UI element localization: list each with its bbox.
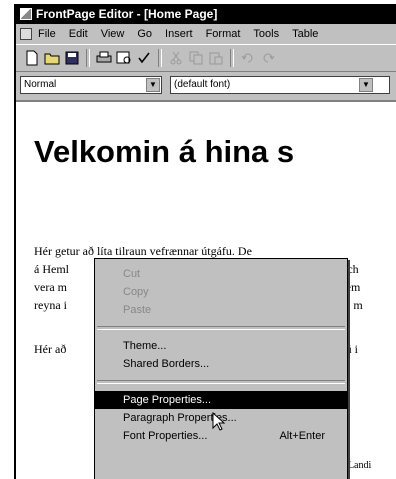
- menu-insert[interactable]: Insert: [165, 28, 193, 40]
- spelling-icon[interactable]: [134, 48, 154, 68]
- menu-format[interactable]: Format: [206, 28, 241, 40]
- title-bar[interactable]: FrontPage Editor - [Home Page]: [16, 4, 396, 24]
- toolbar-separator: [230, 49, 234, 67]
- cut-icon[interactable]: [166, 48, 186, 68]
- menu-item-page-properties[interactable]: Page Properties...: [95, 391, 347, 409]
- menu-item-cut[interactable]: Cut: [95, 265, 347, 283]
- menu-table[interactable]: Table: [292, 28, 318, 40]
- document-system-menu-icon[interactable]: [20, 28, 32, 40]
- paragraph-style-select[interactable]: Normal ▼: [20, 76, 162, 94]
- context-menu: Cut Copy Paste Theme... Shared Borders..…: [94, 258, 348, 479]
- preview-in-browser-icon[interactable]: [114, 48, 134, 68]
- copy-icon[interactable]: [186, 48, 206, 68]
- standard-toolbar: [16, 44, 396, 72]
- menu-view[interactable]: View: [101, 28, 125, 40]
- frontpage-app-icon[interactable]: [20, 8, 32, 20]
- page-heading: Velkomin á hina s: [34, 134, 295, 169]
- new-page-icon[interactable]: [22, 48, 42, 68]
- frontpage-window: FrontPage Editor - [Home Page] File Edit…: [14, 4, 396, 479]
- mouse-pointer-icon: [212, 412, 226, 431]
- formatting-toolbar: Normal ▼ (default font) ▼: [16, 72, 396, 98]
- paragraph-line: Hér getur að líta tilraun vefrænnar útgá…: [34, 244, 252, 258]
- menu-bar: File Edit View Go Insert Format Tools Ta…: [16, 24, 396, 44]
- shortcut-label: Alt+Enter: [279, 430, 325, 442]
- print-icon[interactable]: [94, 48, 114, 68]
- font-value: (default font): [174, 79, 231, 90]
- toolbar-separator: [86, 49, 90, 67]
- paragraph-line: Hér að: [34, 342, 67, 356]
- menu-go[interactable]: Go: [137, 28, 152, 40]
- menu-item-theme[interactable]: Theme...: [95, 337, 347, 355]
- window-title: FrontPage Editor - [Home Page]: [36, 7, 218, 21]
- menu-item-paste[interactable]: Paste: [95, 301, 347, 319]
- redo-icon[interactable]: [258, 48, 278, 68]
- save-disk-icon[interactable]: [62, 48, 82, 68]
- menu-item-copy[interactable]: Copy: [95, 283, 347, 301]
- paragraph-line: á Heml: [34, 262, 69, 276]
- menu-file[interactable]: File: [38, 28, 56, 40]
- menu-separator: [97, 326, 345, 330]
- open-folder-icon[interactable]: [42, 48, 62, 68]
- font-select[interactable]: (default font) ▼: [170, 76, 390, 94]
- toolbar-separator: [158, 49, 162, 67]
- menu-tools[interactable]: Tools: [253, 28, 279, 40]
- menu-edit[interactable]: Edit: [69, 28, 88, 40]
- undo-icon[interactable]: [238, 48, 258, 68]
- paste-icon[interactable]: [206, 48, 226, 68]
- menu-item-shared-borders[interactable]: Shared Borders...: [95, 355, 347, 373]
- menu-separator: [97, 380, 345, 384]
- paragraph-line: reyna i: [34, 298, 67, 312]
- paragraph-line: vera m: [34, 280, 67, 294]
- chevron-down-icon[interactable]: ▼: [146, 78, 160, 92]
- paragraph-style-value: Normal: [24, 79, 57, 90]
- chevron-down-icon[interactable]: ▼: [359, 78, 373, 92]
